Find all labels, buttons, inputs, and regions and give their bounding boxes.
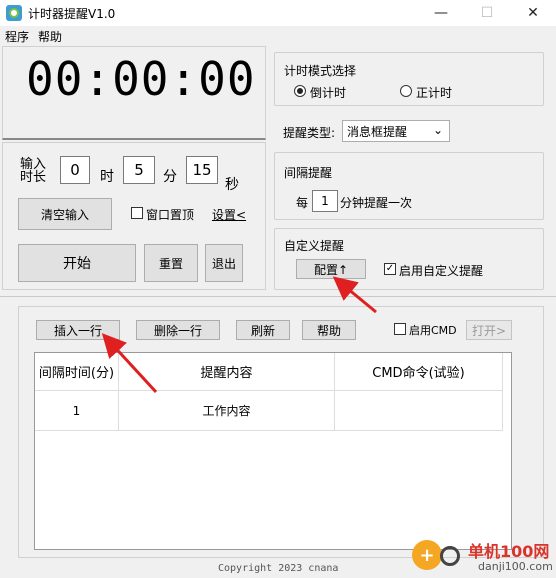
enable-cmd-checkbox[interactable] xyxy=(394,323,406,335)
duration-label: 输入时长 xyxy=(20,157,47,185)
minutes-unit: 分 xyxy=(163,169,177,185)
reset-button[interactable]: 重置 xyxy=(144,244,198,282)
watermark-ring-icon xyxy=(440,546,460,566)
close-button[interactable]: ✕ xyxy=(510,2,556,24)
interval-suffix: 分钟提醒一次 xyxy=(340,196,413,210)
seconds-unit: 秒 xyxy=(225,177,239,193)
interval-input[interactable]: 1 xyxy=(312,190,338,212)
reminder-type-label: 提醒类型: xyxy=(283,126,336,140)
watermark-site: 单机100网 xyxy=(468,542,550,561)
copyright-text: Copyright 2023 cnana xyxy=(218,563,339,574)
countdown-radio[interactable] xyxy=(294,85,306,97)
divider xyxy=(0,296,556,297)
delete-row-button[interactable]: 删除一行 xyxy=(136,320,220,340)
custom-title: 自定义提醒 xyxy=(284,239,345,253)
interval-title: 间隔提醒 xyxy=(284,166,333,180)
maximize-button[interactable]: ☐ xyxy=(464,2,510,24)
hours-unit: 时 xyxy=(100,169,114,185)
enable-cmd-label: 启用CMD xyxy=(409,324,457,337)
start-button[interactable]: 开始 xyxy=(18,244,136,282)
chevron-down-icon: ⌄ xyxy=(432,123,443,137)
watermark-url: danji100.com xyxy=(478,560,553,573)
table-cell-interval[interactable]: 1 xyxy=(35,391,119,431)
countdown-label: 倒计时 xyxy=(310,86,347,100)
open-button[interactable]: 打开> xyxy=(466,320,512,340)
title-bar: 计时器提醒V1.0 — ☐ ✕ xyxy=(0,0,556,26)
table-header-content[interactable]: 提醒内容 xyxy=(119,353,335,391)
window-topmost-label: 窗口置顶 xyxy=(146,208,195,222)
clear-input-button[interactable]: 清空输入 xyxy=(18,198,112,230)
enable-custom-checkbox[interactable]: ✓ xyxy=(384,263,396,275)
hours-input[interactable]: 0 xyxy=(60,156,90,184)
menu-program[interactable]: 程序 xyxy=(5,28,29,45)
reminder-type-select[interactable]: 消息框提醒 ⌄ xyxy=(342,120,450,142)
table-cell-content[interactable]: 工作内容 xyxy=(119,391,335,431)
seconds-input[interactable]: 15 xyxy=(186,156,218,184)
menu-bar: 程序 帮助 xyxy=(0,26,556,46)
window-title: 计时器提醒V1.0 xyxy=(28,7,116,21)
window-topmost-checkbox[interactable] xyxy=(131,207,143,219)
timer-display: 00:00:00 xyxy=(26,52,256,106)
countup-radio[interactable] xyxy=(400,85,412,97)
reminder-table: 间隔时间(分) 提醒内容 CMD命令(试验) 1 工作内容 xyxy=(34,352,512,550)
help-button[interactable]: 帮助 xyxy=(302,320,356,340)
refresh-button[interactable]: 刷新 xyxy=(236,320,290,340)
minutes-input[interactable]: 5 xyxy=(123,156,155,184)
table-cell-cmd[interactable] xyxy=(335,391,503,431)
insert-row-button[interactable]: 插入一行 xyxy=(36,320,120,340)
reminder-type-value: 消息框提醒 xyxy=(347,124,408,139)
settings-link[interactable]: 设置< xyxy=(212,206,246,223)
config-button[interactable]: 配置↑ xyxy=(296,259,366,279)
table-header-interval[interactable]: 间隔时间(分) xyxy=(35,353,119,391)
interval-prefix: 每 xyxy=(296,196,309,210)
watermark-logo-icon: + xyxy=(412,540,442,570)
app-icon xyxy=(6,5,22,21)
enable-custom-label: 启用自定义提醒 xyxy=(399,264,484,278)
countup-label: 正计时 xyxy=(416,86,453,100)
mode-title: 计时模式选择 xyxy=(284,64,357,78)
exit-button[interactable]: 退出 xyxy=(205,244,243,282)
table-header-cmd[interactable]: CMD命令(试验) xyxy=(335,353,503,391)
minimize-button[interactable]: — xyxy=(418,2,464,24)
menu-help[interactable]: 帮助 xyxy=(38,28,62,45)
